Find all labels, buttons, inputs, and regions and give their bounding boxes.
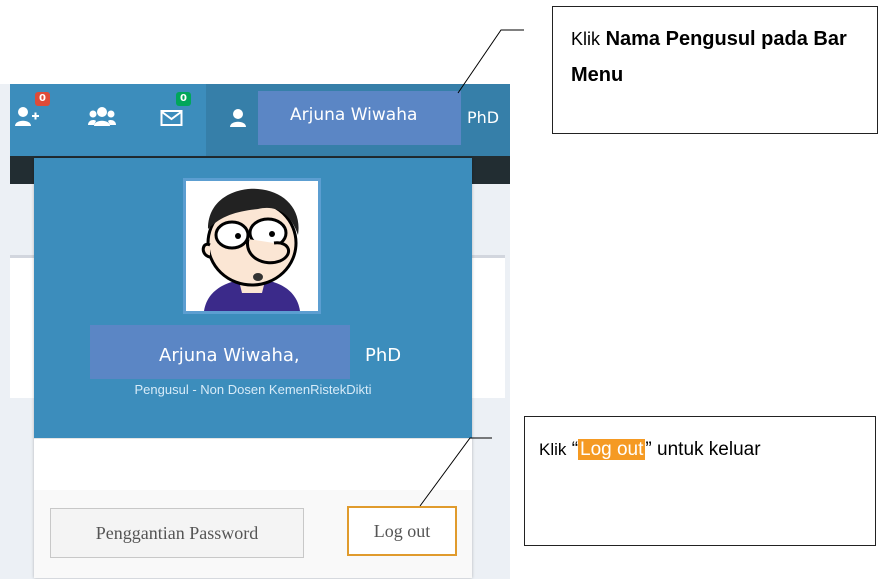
messages-badge: 0: [176, 92, 191, 106]
logout-button[interactable]: Log out: [347, 506, 457, 556]
app-screenshot: 0 0 Arjuna Wiwaha PhD Arjuna Wiwaha, PhD…: [0, 0, 520, 579]
user-icon[interactable]: [229, 108, 247, 131]
callout-bottom-close-quote: ”: [645, 439, 652, 460]
callout-top-prefix: Klik: [571, 29, 601, 49]
dropdown-user-suffix: PhD: [365, 345, 402, 366]
user-plus-icon[interactable]: [14, 106, 40, 131]
add-user-badge: 0: [35, 92, 50, 106]
change-password-button[interactable]: Penggantian Password: [50, 508, 304, 558]
navbar-user-suffix[interactable]: PhD: [467, 107, 499, 129]
logout-chip: Log out: [578, 439, 646, 460]
users-icon[interactable]: [88, 106, 116, 131]
callout-bottom-prefix: Klik: [539, 440, 567, 459]
cartoon-avatar: [201, 188, 300, 311]
user-role: Pengusul - Non Dosen KemenRistekDikti: [134, 382, 372, 397]
envelope-icon[interactable]: [160, 108, 184, 131]
dropdown-user-name: Arjuna Wiwaha,: [159, 345, 300, 366]
user-avatar: [183, 178, 321, 314]
callout-top: Klik Nama Pengusul pada Bar Menu: [552, 6, 878, 134]
user-header: Arjuna Wiwaha, PhD Pengusul - Non Dosen …: [34, 158, 472, 438]
callout-bottom: Klik “Log out” untuk keluar: [524, 416, 876, 546]
dropdown-body: [34, 438, 472, 491]
navbar-user-name[interactable]: Arjuna Wiwaha: [290, 104, 417, 126]
callout-top-bold: Nama Pengusul pada Bar Menu: [571, 28, 847, 86]
user-dropdown: Arjuna Wiwaha, PhD Pengusul - Non Dosen …: [34, 158, 472, 578]
callout-bottom-suffix: untuk keluar: [657, 439, 761, 460]
